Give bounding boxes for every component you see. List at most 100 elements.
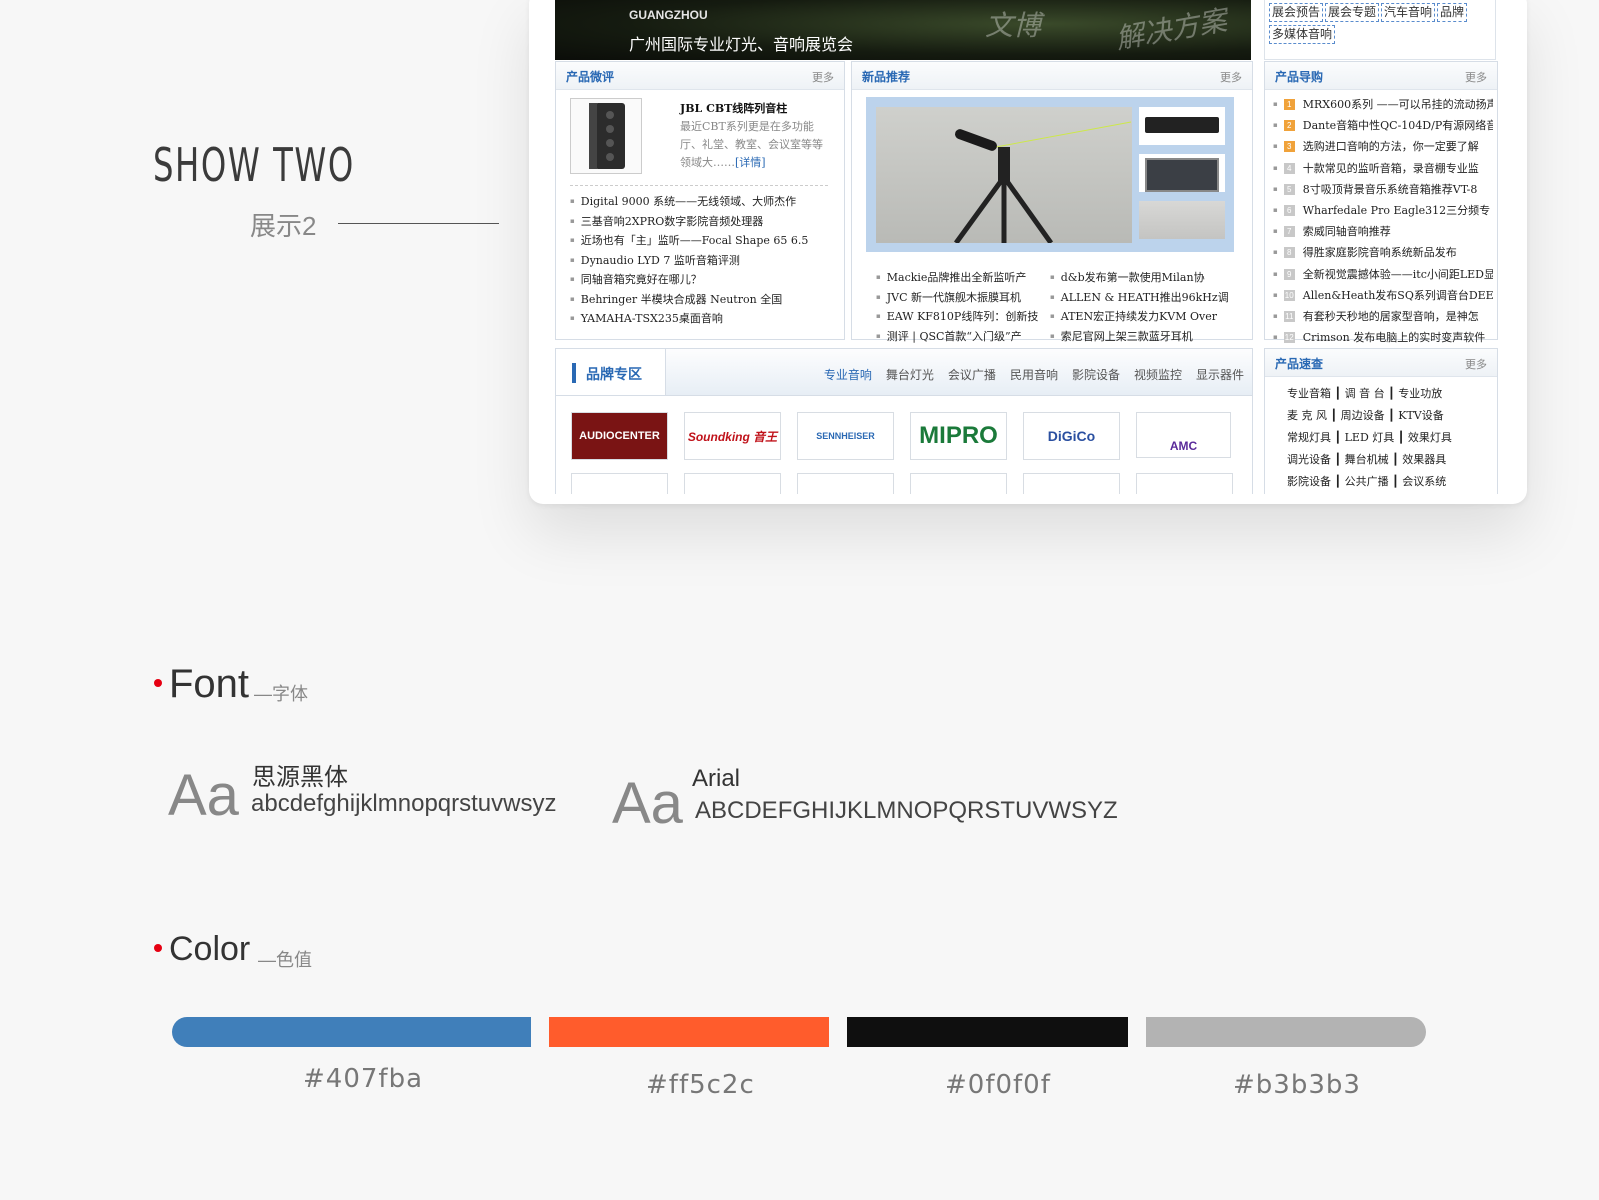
list-item[interactable]: 近场也有「主」监听——Focal Shape 65 6.5 [570, 231, 832, 251]
list-item[interactable]: EAW KF810P线阵列：创新技 [876, 307, 1046, 327]
list-item[interactable]: Behringer 半模块合成器 Neutron 全国 [570, 290, 832, 310]
ranked-item[interactable]: 6Wharfedale Pro Eagle312三分频专 [1273, 200, 1493, 221]
tab-cinema[interactable]: 影院设备 [1072, 368, 1120, 382]
new-products-panel: 新品推荐 更多 Mackie品牌推出全新监听产 JVC 新一代旗舰木振膜耳机 EA… [851, 61, 1253, 343]
ranked-item[interactable]: 1MRX600系列 ——可以吊挂的流动扬声 [1273, 94, 1493, 115]
ranked-item[interactable]: 10Allen&Heath发布SQ系列调音台DEEP [1273, 285, 1493, 306]
category-link[interactable]: 常规灯具 [1287, 431, 1331, 444]
brand-logo-sennheiser[interactable]: SENNHEISER [797, 412, 894, 460]
ranked-item[interactable]: 58寸吸顶背景音乐系统音箱推荐VT-8 [1273, 179, 1493, 200]
color-section-subtitle: —色值 [258, 950, 312, 970]
section-subtitle: 展示2 [250, 211, 317, 241]
category-link[interactable]: 公共广播 [1345, 475, 1389, 488]
ranked-item[interactable]: 9全新视觉震撼体验——itc小间距LED显 [1273, 264, 1493, 285]
list-item[interactable]: d&b发布第一款使用Milan协 [1050, 268, 1230, 288]
ranked-item[interactable]: 11有套秒天秒地的居家型音响，是神怎 [1273, 306, 1493, 327]
category-link[interactable]: 舞台机械 [1345, 453, 1389, 466]
microphone-photo[interactable] [876, 107, 1132, 245]
banner-city: GUANGZHOU [629, 8, 708, 22]
list-item[interactable]: 测评 | QSC首款“入门级”产 [876, 327, 1046, 347]
expo-tags: 展会预告 展会专题 汽车音响 品牌 多媒体音响 [1264, 0, 1496, 60]
expo-banner[interactable]: GUANGZHOU 广州国际专业灯光、音响展览会 文博 解决方案 [555, 0, 1251, 60]
list-item[interactable]: Digital 9000 系统——无线领域、大师杰作 [570, 192, 832, 212]
new-products-list-right: d&b发布第一款使用Milan协 ALLEN & HEATH推出96kHz调 A… [1050, 268, 1230, 346]
rack-device-photo[interactable] [1139, 107, 1225, 145]
brand-logo-soundking[interactable]: Soundking 音王 [684, 412, 781, 460]
list-item[interactable]: JVC 新一代旗舰木振膜耳机 [876, 288, 1046, 308]
category-link[interactable]: 周边设备 [1341, 409, 1385, 422]
speaker-thumbnail[interactable] [570, 98, 642, 174]
banner-watermark-2: 解决方案 [1113, 3, 1230, 56]
bullet-dot [154, 944, 162, 952]
category-link[interactable]: LED 灯具 [1345, 431, 1395, 444]
section-title: SHOW TWO [153, 138, 355, 192]
color-hex-label: #ff5c2c [646, 1070, 755, 1100]
brand-tabs: 专业音响 舞台灯光 会议广播 民用音响 影院设备 视频监控 显示器件 [812, 366, 1244, 383]
list-item[interactable]: YAMAHA-TSX235桌面音响 [570, 309, 832, 329]
processor-photo[interactable] [1139, 154, 1225, 192]
brand-logo-slot[interactable] [571, 473, 668, 494]
tag-link[interactable]: 汽车音响 [1381, 3, 1436, 22]
banner-watermark: 文博 [985, 9, 1042, 42]
list-item[interactable]: ATEN宏正持续发力KVM Over [1050, 307, 1230, 327]
brand-logo-slot[interactable] [1023, 473, 1120, 494]
banner-expo: 广州国际专业灯光、音响展览会 [629, 37, 854, 54]
color-section-title: Color [154, 930, 250, 969]
more-link[interactable]: 更多 [1465, 356, 1487, 372]
brand-logo-amc[interactable]: AMC [1136, 412, 1231, 458]
more-link[interactable]: 更多 [1220, 69, 1242, 85]
more-link[interactable]: 更多 [812, 69, 834, 85]
feature-title[interactable]: JBL CBT线阵列音柱 [680, 100, 787, 116]
quick-lookup-grid: 专业音箱 ┃ 调 音 台 ┃ 专业功放 麦 克 风 ┃ 周边设备 ┃ KTV设备… [1287, 387, 1452, 488]
buying-guide-panel: 产品导购 更多 1MRX600系列 ——可以吊挂的流动扬声 2Dante音箱中性Q… [1264, 61, 1498, 344]
ranked-item[interactable]: 8得胜家庭影院音响系统新品发布 [1273, 242, 1493, 263]
more-link[interactable]: 更多 [1465, 69, 1487, 85]
brand-logo-mipro[interactable]: MIPRO [910, 412, 1007, 460]
list-item[interactable]: 同轴音箱究竟好在哪儿？ [570, 270, 832, 290]
category-link[interactable]: KTV设备 [1398, 409, 1444, 422]
ranked-item[interactable]: 3选购进口音响的方法，你一定要了解 [1273, 136, 1493, 157]
tab-conference[interactable]: 会议广播 [948, 368, 996, 382]
list-item[interactable]: 三基音响2XPRO数字影院音频处理器 [570, 212, 832, 232]
ranked-item[interactable]: 12Crimson 发布电脑上的实时变声软件 [1273, 327, 1493, 348]
brand-zone-panel: 品牌专区 专业音响 舞台灯光 会议广播 民用音响 影院设备 视频监控 显示器件 AUDIOC… [555, 348, 1253, 494]
ranked-item[interactable]: 7索威同轴音响推荐 [1273, 221, 1493, 242]
tag-link[interactable]: 品牌 [1437, 3, 1468, 22]
tab-pro-audio[interactable]: 专业音响 [824, 368, 872, 382]
category-link[interactable]: 调 音 台 [1345, 387, 1385, 400]
category-link[interactable]: 专业功放 [1398, 387, 1442, 400]
brand-logo-digico[interactable]: DiGiCo [1023, 412, 1120, 460]
list-item[interactable]: 索尼官网上架三款蓝牙耳机 [1050, 327, 1230, 347]
tag-link[interactable]: 展会专题 [1325, 3, 1380, 22]
detail-link[interactable]: [详情] [735, 156, 766, 169]
category-link[interactable]: 调光设备 [1287, 453, 1331, 466]
tag-link[interactable]: 多媒体音响 [1269, 25, 1336, 44]
category-link[interactable]: 麦 克 风 [1287, 409, 1327, 422]
tripod-photo[interactable] [1139, 201, 1225, 239]
tab-video-surveillance[interactable]: 视频监控 [1134, 368, 1182, 382]
tag-link[interactable]: 展会预告 [1269, 3, 1324, 22]
font-sample: abcdefghijklmnopqrstuvwsyz [251, 790, 557, 817]
brand-logo-slot[interactable] [797, 473, 894, 494]
category-link[interactable]: 效果灯具 [1408, 431, 1452, 444]
brand-logo-audiocenter[interactable]: AUDIOCENTER [571, 412, 668, 460]
category-link[interactable]: 影院设备 [1287, 475, 1331, 488]
tab-consumer-audio[interactable]: 民用音响 [1010, 368, 1058, 382]
ranked-item[interactable]: 4十款常见的监听音箱，录音棚专业监 [1273, 158, 1493, 179]
list-item[interactable]: Mackie品牌推出全新监听产 [876, 268, 1046, 288]
feature-desc: 最近CBT系列更是在多功能厅、礼堂、教室、会议室等等领域大……[详情] [680, 120, 823, 169]
category-link[interactable]: 专业音箱 [1287, 387, 1331, 400]
font-preview-aa: Aa [168, 763, 239, 828]
brand-logo-slot[interactable] [1136, 473, 1233, 494]
review-list: Digital 9000 系统——无线领域、大师杰作 三基音响2XPRO数字影院… [570, 192, 832, 329]
brand-logo-slot[interactable] [684, 473, 781, 494]
tab-display[interactable]: 显示器件 [1196, 368, 1244, 382]
list-item[interactable]: Dynaudio LYD 7 监听音箱评测 [570, 251, 832, 271]
category-link[interactable]: 效果器具 [1402, 453, 1446, 466]
tab-stage-lighting[interactable]: 舞台灯光 [886, 368, 934, 382]
list-item[interactable]: ALLEN & HEATH推出96kHz调 [1050, 288, 1230, 308]
ranked-item[interactable]: 2Dante音箱中性QC-104D/P有源网络音 [1273, 115, 1493, 136]
category-link[interactable]: 会议系统 [1402, 475, 1446, 488]
brand-logo-slot[interactable] [910, 473, 1007, 494]
panel-title: 产品导购 [1275, 70, 1324, 84]
